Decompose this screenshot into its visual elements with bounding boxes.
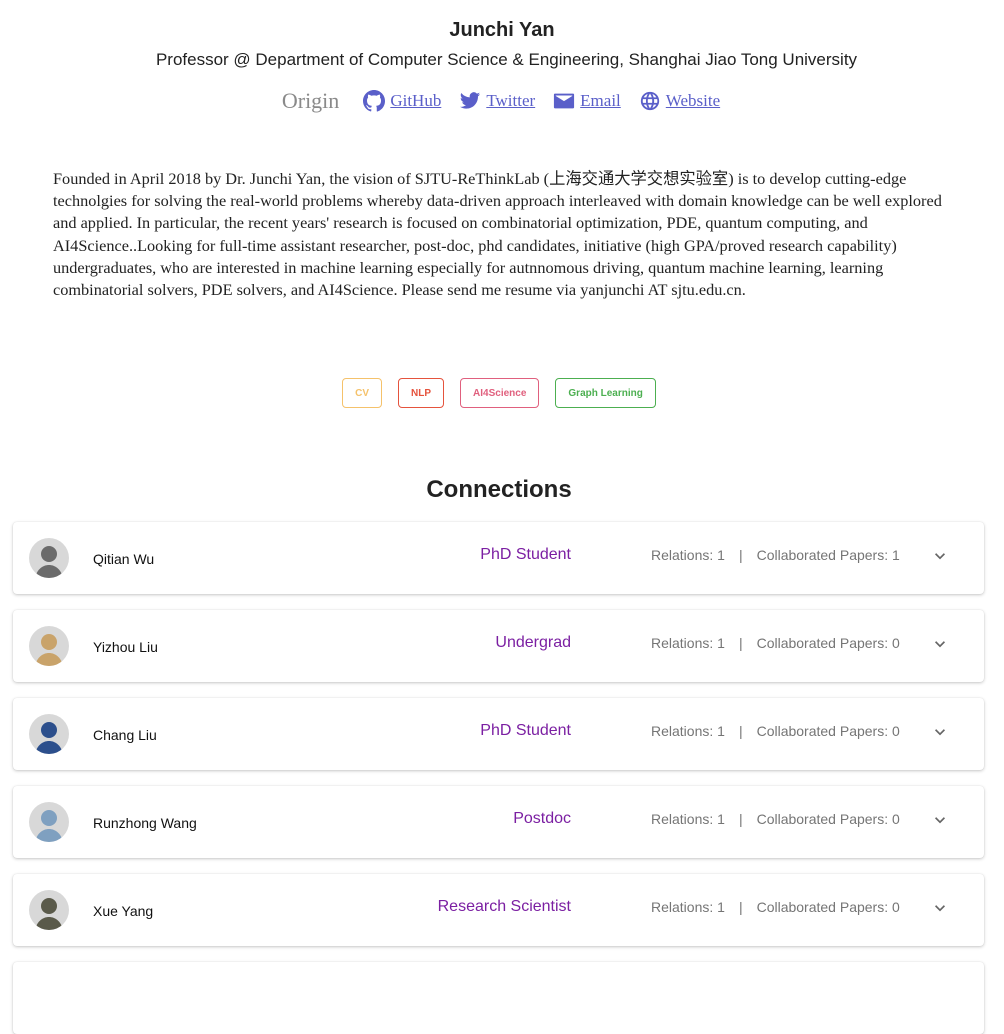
github-icon xyxy=(363,90,386,112)
collaborated-papers-count: Collaborated Papers: 0 xyxy=(756,723,900,739)
chevron-down-icon xyxy=(935,641,945,648)
relations-count: Relations: 1 xyxy=(651,723,725,739)
relations-count: Relations: 1 xyxy=(651,635,725,651)
connection-name: Chang Liu xyxy=(93,727,157,743)
relations-count: Relations: 1 xyxy=(651,811,725,827)
connection-stats: Relations: 1 | Collaborated Papers: 1 xyxy=(651,547,900,563)
expand-button[interactable] xyxy=(930,634,950,654)
collaborated-papers-count: Collaborated Papers: 0 xyxy=(756,899,900,915)
tag-cv[interactable]: CV xyxy=(342,378,383,408)
twitter-label: Twitter xyxy=(486,91,536,110)
relations-count: Relations: 1 xyxy=(651,547,725,563)
connection-name: Qitian Wu xyxy=(93,551,155,567)
chevron-down-icon xyxy=(935,553,945,560)
connection-card[interactable]: Qitian Wu PhD Student Relations: 1 | Collabo… xyxy=(13,522,984,594)
separator: | xyxy=(738,811,743,827)
connection-card[interactable]: Chang Liu PhD Student Relations: 1 | Collabo… xyxy=(13,698,984,770)
email-link[interactable]: Email xyxy=(553,90,621,112)
collaborated-papers-count: Collaborated Papers: 1 xyxy=(756,547,900,563)
twitter-link[interactable]: Twitter xyxy=(459,90,535,112)
expand-button[interactable] xyxy=(930,898,950,918)
collaborated-papers-count: Collaborated Papers: 0 xyxy=(756,811,900,827)
connection-stats: Relations: 1 | Collaborated Papers: 0 xyxy=(651,635,900,651)
website-label: Website xyxy=(665,91,721,110)
connections-title: Connections xyxy=(426,476,572,503)
profile-bio: Founded in April 2018 by Dr. Junchi Yan,… xyxy=(53,169,942,300)
separator: | xyxy=(738,547,743,563)
connection-card[interactable]: Runzhong Wang Postdoc Relations: 1 | Collabo… xyxy=(13,786,984,858)
github-link[interactable]: GitHub xyxy=(363,90,441,112)
expand-button[interactable] xyxy=(930,810,950,830)
twitter-icon xyxy=(460,92,481,109)
collaborated-papers-count: Collaborated Papers: 0 xyxy=(756,635,900,651)
connection-card[interactable]: Xue Yang Research Scientist Relations: 1 | C… xyxy=(13,874,984,946)
connection-role[interactable]: PhD Student xyxy=(480,546,571,564)
avatar xyxy=(29,714,69,754)
separator: | xyxy=(738,723,743,739)
connection-role[interactable]: Postdoc xyxy=(513,810,571,828)
website-link[interactable]: Website xyxy=(639,90,720,112)
connection-card[interactable] xyxy=(13,962,984,1034)
globe-icon xyxy=(640,91,659,111)
connection-name: Runzhong Wang xyxy=(93,815,197,831)
profile-name: Junchi Yan xyxy=(449,19,555,41)
github-label: GitHub xyxy=(390,91,442,110)
profile-links: Origin GitHub Twitter Email Website xyxy=(0,88,1004,114)
email-label: Email xyxy=(580,91,621,110)
chevron-down-icon xyxy=(935,905,945,912)
relations-count: Relations: 1 xyxy=(651,899,725,915)
research-tags: CV NLP AI4Science Graph Learning xyxy=(0,378,998,408)
connection-role[interactable]: Research Scientist xyxy=(438,898,571,916)
email-icon xyxy=(554,93,575,109)
connection-stats: Relations: 1 | Collaborated Papers: 0 xyxy=(651,811,900,827)
separator: | xyxy=(738,899,743,915)
expand-button[interactable] xyxy=(930,722,950,742)
tag-graph-learning[interactable]: Graph Learning xyxy=(555,378,656,408)
avatar xyxy=(29,626,69,666)
avatar xyxy=(29,538,69,578)
origin-label: Origin xyxy=(281,88,340,113)
profile-subtitle: Professor @ Department of Computer Scien… xyxy=(155,50,858,69)
avatar xyxy=(29,890,69,930)
tag-ai4science[interactable]: AI4Science xyxy=(460,378,540,408)
connection-role[interactable]: PhD Student xyxy=(480,722,571,740)
connection-role[interactable]: Undergrad xyxy=(495,634,571,652)
avatar xyxy=(29,802,69,842)
tag-nlp[interactable]: NLP xyxy=(398,378,445,408)
connection-name: Xue Yang xyxy=(93,903,154,919)
connection-stats: Relations: 1 | Collaborated Papers: 0 xyxy=(651,723,900,739)
connection-card[interactable]: Yizhou Liu Undergrad Relations: 1 | Collabor… xyxy=(13,610,984,682)
expand-button[interactable] xyxy=(930,546,950,566)
connection-name: Yizhou Liu xyxy=(93,639,158,655)
chevron-down-icon xyxy=(935,729,945,736)
chevron-down-icon xyxy=(935,817,945,824)
connection-stats: Relations: 1 | Collaborated Papers: 0 xyxy=(651,899,900,915)
separator: | xyxy=(738,635,743,651)
